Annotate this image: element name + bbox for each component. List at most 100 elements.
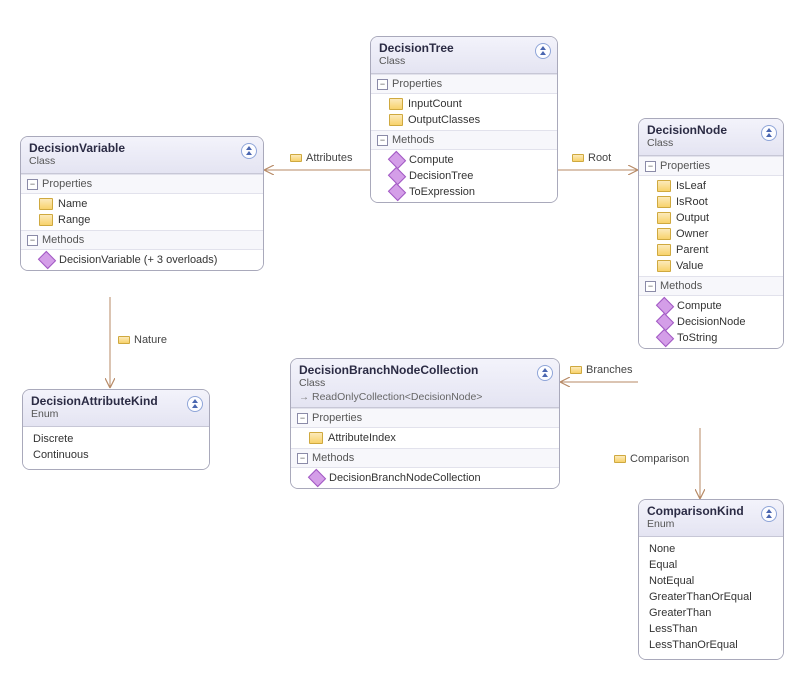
property-icon	[39, 198, 53, 210]
enum-value[interactable]: Discrete	[33, 431, 199, 447]
property-icon	[572, 154, 584, 162]
method-item[interactable]: DecisionNode	[639, 314, 783, 330]
property-icon	[657, 180, 671, 192]
collapse-square-icon[interactable]: −	[297, 413, 308, 424]
member-label: Output	[676, 212, 709, 224]
class-subtitle: Enum	[647, 518, 775, 530]
enum-value[interactable]: Continuous	[33, 447, 199, 463]
member-label: IsLeaf	[676, 180, 706, 192]
property-icon	[657, 244, 671, 256]
class-title: DecisionTree	[379, 41, 549, 55]
property-item[interactable]: Name	[21, 196, 263, 212]
enum-value[interactable]: None	[649, 541, 773, 557]
property-icon	[389, 114, 403, 126]
section-label: Properties	[392, 78, 442, 90]
enum-value[interactable]: NotEqual	[649, 573, 773, 589]
method-item[interactable]: DecisionTree	[371, 168, 557, 184]
method-item[interactable]: DecisionBranchNodeCollection	[291, 470, 559, 486]
method-icon	[388, 167, 406, 185]
edge-label-root: Root	[572, 152, 611, 164]
enum-values: None Equal NotEqual GreaterThanOrEqual G…	[639, 537, 783, 659]
property-item[interactable]: Value	[639, 258, 783, 274]
section-methods[interactable]: − Methods	[21, 230, 263, 250]
method-item[interactable]: ToExpression	[371, 184, 557, 200]
collapse-square-icon[interactable]: −	[297, 453, 308, 464]
collapse-square-icon[interactable]: −	[377, 79, 388, 90]
class-decisionbranch[interactable]: DecisionBranchNodeCollection Class →Read…	[290, 358, 560, 489]
properties-list: IsLeaf IsRoot Output Owner Parent Value	[639, 176, 783, 276]
enum-comparisonkind[interactable]: ComparisonKind Enum None Equal NotEqual …	[638, 499, 784, 660]
property-icon	[657, 228, 671, 240]
member-label: IsRoot	[676, 196, 708, 208]
property-item[interactable]: IsLeaf	[639, 178, 783, 194]
collapse-square-icon[interactable]: −	[645, 161, 656, 172]
properties-list: Name Range	[21, 194, 263, 230]
property-item[interactable]: Parent	[639, 242, 783, 258]
collapse-square-icon[interactable]: −	[27, 235, 38, 246]
enum-decisionattributekind[interactable]: DecisionAttributeKind Enum Discrete Cont…	[22, 389, 210, 470]
property-item[interactable]: IsRoot	[639, 194, 783, 210]
section-methods[interactable]: − Methods	[291, 448, 559, 468]
enum-value[interactable]: Equal	[649, 557, 773, 573]
class-header: DecisionVariable Class	[21, 137, 263, 174]
member-label: DecisionVariable (+ 3 overloads)	[59, 254, 217, 266]
class-decisionvariable[interactable]: DecisionVariable Class − Properties Name…	[20, 136, 264, 271]
method-icon	[38, 251, 56, 269]
edge-text: Comparison	[630, 453, 689, 465]
property-icon	[389, 98, 403, 110]
property-item[interactable]: Output	[639, 210, 783, 226]
method-item[interactable]: Compute	[371, 152, 557, 168]
collapse-icon[interactable]	[761, 125, 777, 141]
member-label: Parent	[676, 244, 708, 256]
class-decisiontree[interactable]: DecisionTree Class − Properties InputCou…	[370, 36, 558, 203]
method-icon	[388, 183, 406, 201]
methods-list: DecisionBranchNodeCollection	[291, 468, 559, 488]
section-properties[interactable]: − Properties	[371, 74, 557, 94]
property-item[interactable]: Owner	[639, 226, 783, 242]
edge-text: Branches	[586, 364, 632, 376]
member-label: DecisionNode	[677, 316, 745, 328]
class-title: DecisionBranchNodeCollection	[299, 363, 551, 377]
method-item[interactable]: DecisionVariable (+ 3 overloads)	[21, 252, 263, 268]
collapse-icon[interactable]	[761, 506, 777, 522]
enum-value[interactable]: GreaterThan	[649, 605, 773, 621]
enum-value[interactable]: GreaterThanOrEqual	[649, 589, 773, 605]
enum-value[interactable]: LessThan	[649, 621, 773, 637]
properties-list: InputCount OutputClasses	[371, 94, 557, 130]
section-methods[interactable]: − Methods	[639, 276, 783, 296]
collapse-square-icon[interactable]: −	[645, 281, 656, 292]
class-inherits: →ReadOnlyCollection<DecisionNode>	[299, 391, 551, 403]
edge-label-comparison: Comparison	[614, 453, 689, 465]
member-label: Owner	[676, 228, 708, 240]
section-properties[interactable]: − Properties	[21, 174, 263, 194]
property-item[interactable]: AttributeIndex	[291, 430, 559, 446]
methods-list: DecisionVariable (+ 3 overloads)	[21, 250, 263, 270]
property-item[interactable]: InputCount	[371, 96, 557, 112]
collapse-square-icon[interactable]: −	[377, 135, 388, 146]
section-properties[interactable]: − Properties	[291, 408, 559, 428]
property-item[interactable]: OutputClasses	[371, 112, 557, 128]
class-decisionnode[interactable]: DecisionNode Class − Properties IsLeaf I…	[638, 118, 784, 349]
class-subtitle: Enum	[31, 408, 201, 420]
properties-list: AttributeIndex	[291, 428, 559, 448]
member-label: ToExpression	[409, 186, 475, 198]
section-label: Methods	[312, 452, 354, 464]
collapse-icon[interactable]	[241, 143, 257, 159]
member-label: Compute	[409, 154, 454, 166]
enum-value[interactable]: LessThanOrEqual	[649, 637, 773, 653]
edge-text: Nature	[134, 334, 167, 346]
collapse-icon[interactable]	[187, 396, 203, 412]
inherits-arrow-icon: →	[299, 392, 309, 403]
collapse-icon[interactable]	[535, 43, 551, 59]
collapse-square-icon[interactable]: −	[27, 179, 38, 190]
section-methods[interactable]: − Methods	[371, 130, 557, 150]
method-item[interactable]: Compute	[639, 298, 783, 314]
section-properties[interactable]: − Properties	[639, 156, 783, 176]
class-title: ComparisonKind	[647, 504, 775, 518]
method-icon	[388, 151, 406, 169]
method-item[interactable]: ToString	[639, 330, 783, 346]
method-icon	[656, 329, 674, 347]
class-subtitle: Class	[299, 377, 551, 389]
property-item[interactable]: Range	[21, 212, 263, 228]
collapse-icon[interactable]	[537, 365, 553, 381]
